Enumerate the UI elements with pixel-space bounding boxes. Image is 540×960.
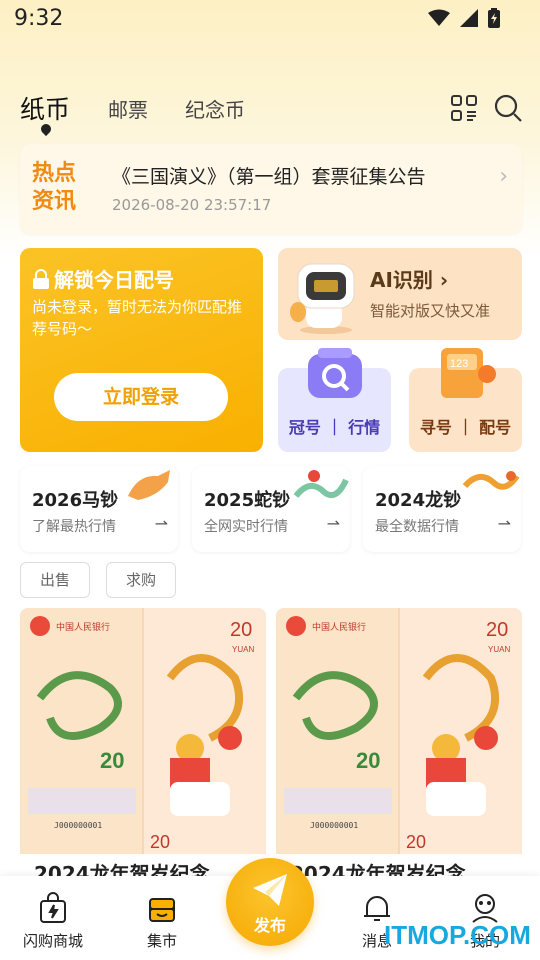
unlock-pairing-card: 解锁今日配号 尚未登录，暂时无法为你匹配推荐号码～ 立即登录 xyxy=(20,248,263,452)
banknote-image: 中国人民银行 20 20 YUAN J000000001 20 xyxy=(276,608,522,854)
arrow-right-icon: ⇀ xyxy=(497,514,511,533)
nav-market[interactable]: 集市 xyxy=(117,876,207,960)
svg-text:中国人民银行: 中国人民银行 xyxy=(56,621,110,633)
banknote-image: 中国人民银行 20 20 YUAN J000000001 20 xyxy=(20,608,266,854)
svg-text:20: 20 xyxy=(486,619,508,641)
number-book-icon: 123 xyxy=(441,348,496,398)
filter-sell[interactable]: 出售 xyxy=(20,562,90,598)
svg-text:20: 20 xyxy=(356,748,380,773)
filter-buy[interactable]: 求购 xyxy=(106,562,176,598)
year-card-2026[interactable]: 2026马钞 了解最热行情 ⇀ xyxy=(20,466,178,552)
top-navigation: 纸币 邮票 纪念币 xyxy=(20,90,522,137)
magnifier-chart-icon xyxy=(308,348,362,398)
svg-text:YUAN: YUAN xyxy=(488,645,510,654)
publish-button[interactable]: 发布 xyxy=(226,858,314,946)
svg-text:J000000001: J000000001 xyxy=(310,821,358,830)
tab-stamp[interactable]: 邮票 xyxy=(108,94,148,123)
ai-subtitle: 智能对版又快又准 xyxy=(370,302,491,320)
status-time: 9:32 xyxy=(14,6,64,31)
battery-icon xyxy=(488,8,500,28)
nav-flash-mall[interactable]: 闪购商城 xyxy=(8,876,98,960)
robot-icon xyxy=(290,263,355,334)
tab-banknote[interactable]: 纸币 xyxy=(20,90,70,126)
product-card[interactable]: 中国人民银行 20 20 YUAN J000000001 20 2024龙年贺岁… xyxy=(20,608,266,888)
wifi-icon xyxy=(428,9,450,26)
find-pair-label: 寻号 ｜ 配号 xyxy=(419,418,512,437)
snake-icon xyxy=(293,470,349,498)
chevron-right-icon: › xyxy=(499,164,508,189)
unlock-description: 尚未登录，暂时无法为你匹配推荐号码～ xyxy=(32,298,243,338)
arrow-right-icon: ⇀ xyxy=(326,514,340,533)
horse-icon xyxy=(128,470,170,500)
status-bar: 9:32 xyxy=(0,0,540,40)
status-icons xyxy=(428,8,500,28)
product-card[interactable]: 中国人民银行 20 20 YUAN J000000001 20 2024龙年贺岁… xyxy=(276,608,522,888)
dragon-icon xyxy=(462,471,520,490)
svg-text:中国人民银行: 中国人民银行 xyxy=(312,621,366,633)
unlock-title: 解锁今日配号 xyxy=(32,264,174,293)
news-date: 2026-08-20 23:57:17 xyxy=(112,196,272,214)
watermark-text: ITMOP.COM xyxy=(384,920,531,950)
svg-text:20: 20 xyxy=(150,832,170,852)
svg-text:J000000001: J000000001 xyxy=(54,821,102,830)
lock-icon xyxy=(33,268,49,289)
hot-news-badge: 热点 资讯 xyxy=(32,161,77,214)
svg-text:20: 20 xyxy=(230,619,252,641)
svg-text:20: 20 xyxy=(100,748,124,773)
find-pair-tool[interactable]: 123 寻号 ｜ 配号 xyxy=(409,348,522,452)
hot-news-banner[interactable]: 热点 资讯 《三国演义》（第一组）套票征集公告 2026-08-20 23:57… xyxy=(20,144,522,234)
signal-icon xyxy=(460,9,478,27)
news-title: 《三国演义》（第一组）套票征集公告 xyxy=(112,166,426,188)
tab-coin[interactable]: 纪念币 xyxy=(185,94,245,123)
year-card-2025[interactable]: 2025蛇钞 全网实时行情 ⇀ xyxy=(192,466,350,552)
svg-text:123: 123 xyxy=(450,358,468,370)
ai-title: AI识别 › xyxy=(370,268,449,292)
serial-market-label: 冠号 ｜ 行情 xyxy=(288,418,381,437)
arrow-right-icon: ⇀ xyxy=(154,514,168,533)
shopping-bag-icon xyxy=(40,892,66,923)
svg-text:20: 20 xyxy=(406,832,426,852)
market-stall-icon xyxy=(149,898,175,922)
scan-icon[interactable] xyxy=(450,94,478,122)
login-button[interactable]: 立即登录 xyxy=(54,373,228,421)
serial-market-tool[interactable]: 冠号 ｜ 行情 xyxy=(278,348,391,452)
paper-plane-icon xyxy=(253,874,287,906)
ai-recognition-card[interactable]: AI识别 › 智能对版又快又准 xyxy=(278,248,522,340)
year-card-2024[interactable]: 2024龙钞 最全数据行情 ⇀ xyxy=(363,466,521,552)
svg-text:YUAN: YUAN xyxy=(232,645,254,654)
search-icon[interactable] xyxy=(494,94,522,122)
